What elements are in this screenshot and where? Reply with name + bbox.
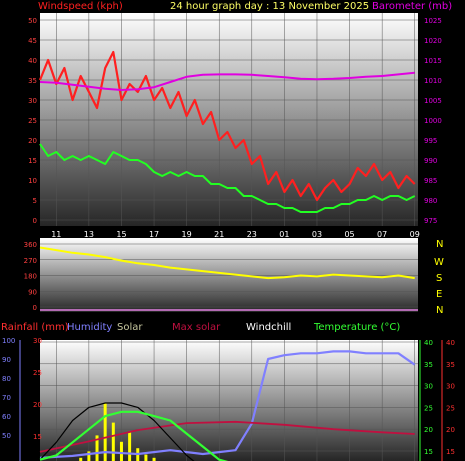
humidity-tick-label: 100 [2, 337, 15, 345]
humidity-tick-label: 80 [2, 375, 11, 383]
direction-y-tick-label: 180 [24, 273, 37, 281]
temperature-right-tick-label: 35 [446, 361, 455, 369]
direction-plot-background [40, 238, 418, 312]
direction-y-tick-label: 90 [28, 288, 37, 296]
legend-rainfall: Rainfall (mm) [1, 322, 69, 333]
direction-y-tick-label: 0 [33, 304, 37, 312]
rain-tick-label: 25 [33, 369, 42, 377]
temperature-right-tick-label: 25 [446, 404, 455, 412]
temperature-tick-label: 15 [424, 448, 433, 456]
legend-temperature: Temperature (°C) [313, 322, 400, 333]
barometer-y-tick-label: 1000 [424, 117, 442, 125]
x-tick-label: 11 [51, 230, 61, 239]
wind-y-tick-label: 45 [28, 37, 37, 45]
wind-y-tick-label: 25 [28, 117, 37, 125]
rain-tick-label: 20 [33, 401, 42, 409]
wind-y-tick-label: 5 [33, 197, 37, 205]
temperature-tick-label: 20 [424, 426, 433, 434]
barometer-y-tick-label: 1015 [424, 57, 442, 65]
legend-windchill: Windchill [246, 322, 291, 333]
temperature-tick-label: 40 [424, 339, 433, 347]
weather-graph: 5045403530252015105010251020101510101005… [1, 1, 455, 461]
temperature-tick-label: 35 [424, 361, 433, 369]
wind-y-tick-label: 15 [28, 157, 37, 165]
x-tick-label: 09 [410, 230, 420, 239]
wind-plot-background [40, 13, 418, 226]
barometer-y-tick-label: 1020 [424, 37, 442, 45]
compass-n-top: N [436, 239, 443, 250]
barometer-y-tick-label: 975 [424, 217, 437, 225]
legend-max-solar: Max solar [172, 322, 221, 333]
x-tick-label: 15 [116, 230, 126, 239]
temperature-tick-label: 30 [424, 383, 433, 391]
wind-y-tick-label: 40 [28, 57, 37, 65]
wind-y-tick-label: 0 [33, 217, 37, 225]
temperature-right-tick-label: 40 [446, 339, 455, 347]
x-tick-label: 01 [279, 230, 289, 239]
x-tick-label: 03 [312, 230, 322, 239]
wind-y-tick-label: 30 [28, 97, 37, 105]
barometer-y-tick-label: 1025 [424, 17, 442, 25]
rain-tick-label: 15 [33, 433, 42, 441]
x-tick-label: 13 [84, 230, 94, 239]
barometer-y-tick-label: 995 [424, 137, 437, 145]
wind-y-tick-label: 35 [28, 77, 37, 85]
temperature-right-tick-label: 20 [446, 426, 455, 434]
x-tick-label: 07 [377, 230, 387, 239]
temperature-tick-label: 25 [424, 404, 433, 412]
compass-n-bottom: N [436, 305, 443, 316]
barometer-y-tick-label: 985 [424, 177, 437, 185]
x-tick-label: 19 [182, 230, 192, 239]
wind-y-tick-label: 50 [28, 17, 37, 25]
temperature-right-tick-label: 15 [446, 448, 455, 456]
temperature-right-tick-label: 30 [446, 383, 455, 391]
barometer-y-tick-label: 1010 [424, 77, 442, 85]
legend-solar: Solar [117, 322, 143, 333]
legend-humidity: Humidity [67, 322, 112, 333]
rain-tick-label: 30 [33, 337, 42, 345]
barometer-axis-title: Barometer (mb) [372, 1, 452, 12]
windspeed-axis-title: Windspeed (kph) [38, 1, 123, 12]
compass-e: E [436, 289, 442, 300]
humidity-tick-label: 70 [2, 394, 11, 402]
barometer-y-tick-label: 980 [424, 197, 437, 205]
direction-y-tick-label: 360 [24, 241, 37, 249]
x-tick-label: 05 [344, 230, 354, 239]
direction-y-tick-label: 270 [24, 257, 37, 265]
x-tick-label: 17 [149, 230, 159, 239]
barometer-y-tick-label: 1005 [424, 97, 442, 105]
x-tick-label: 21 [214, 230, 224, 239]
barometer-y-tick-label: 990 [424, 157, 437, 165]
humidity-tick-label: 60 [2, 413, 11, 421]
chart-title: 24 hour graph day : 13 November 2025 [170, 1, 369, 12]
compass-w: W [434, 257, 444, 268]
wind-y-tick-label: 20 [28, 137, 37, 145]
compass-s: S [436, 273, 442, 284]
humidity-tick-label: 50 [2, 432, 11, 440]
wind-y-tick-label: 10 [28, 177, 37, 185]
humidity-tick-label: 90 [2, 356, 11, 364]
x-tick-label: 23 [247, 230, 257, 239]
